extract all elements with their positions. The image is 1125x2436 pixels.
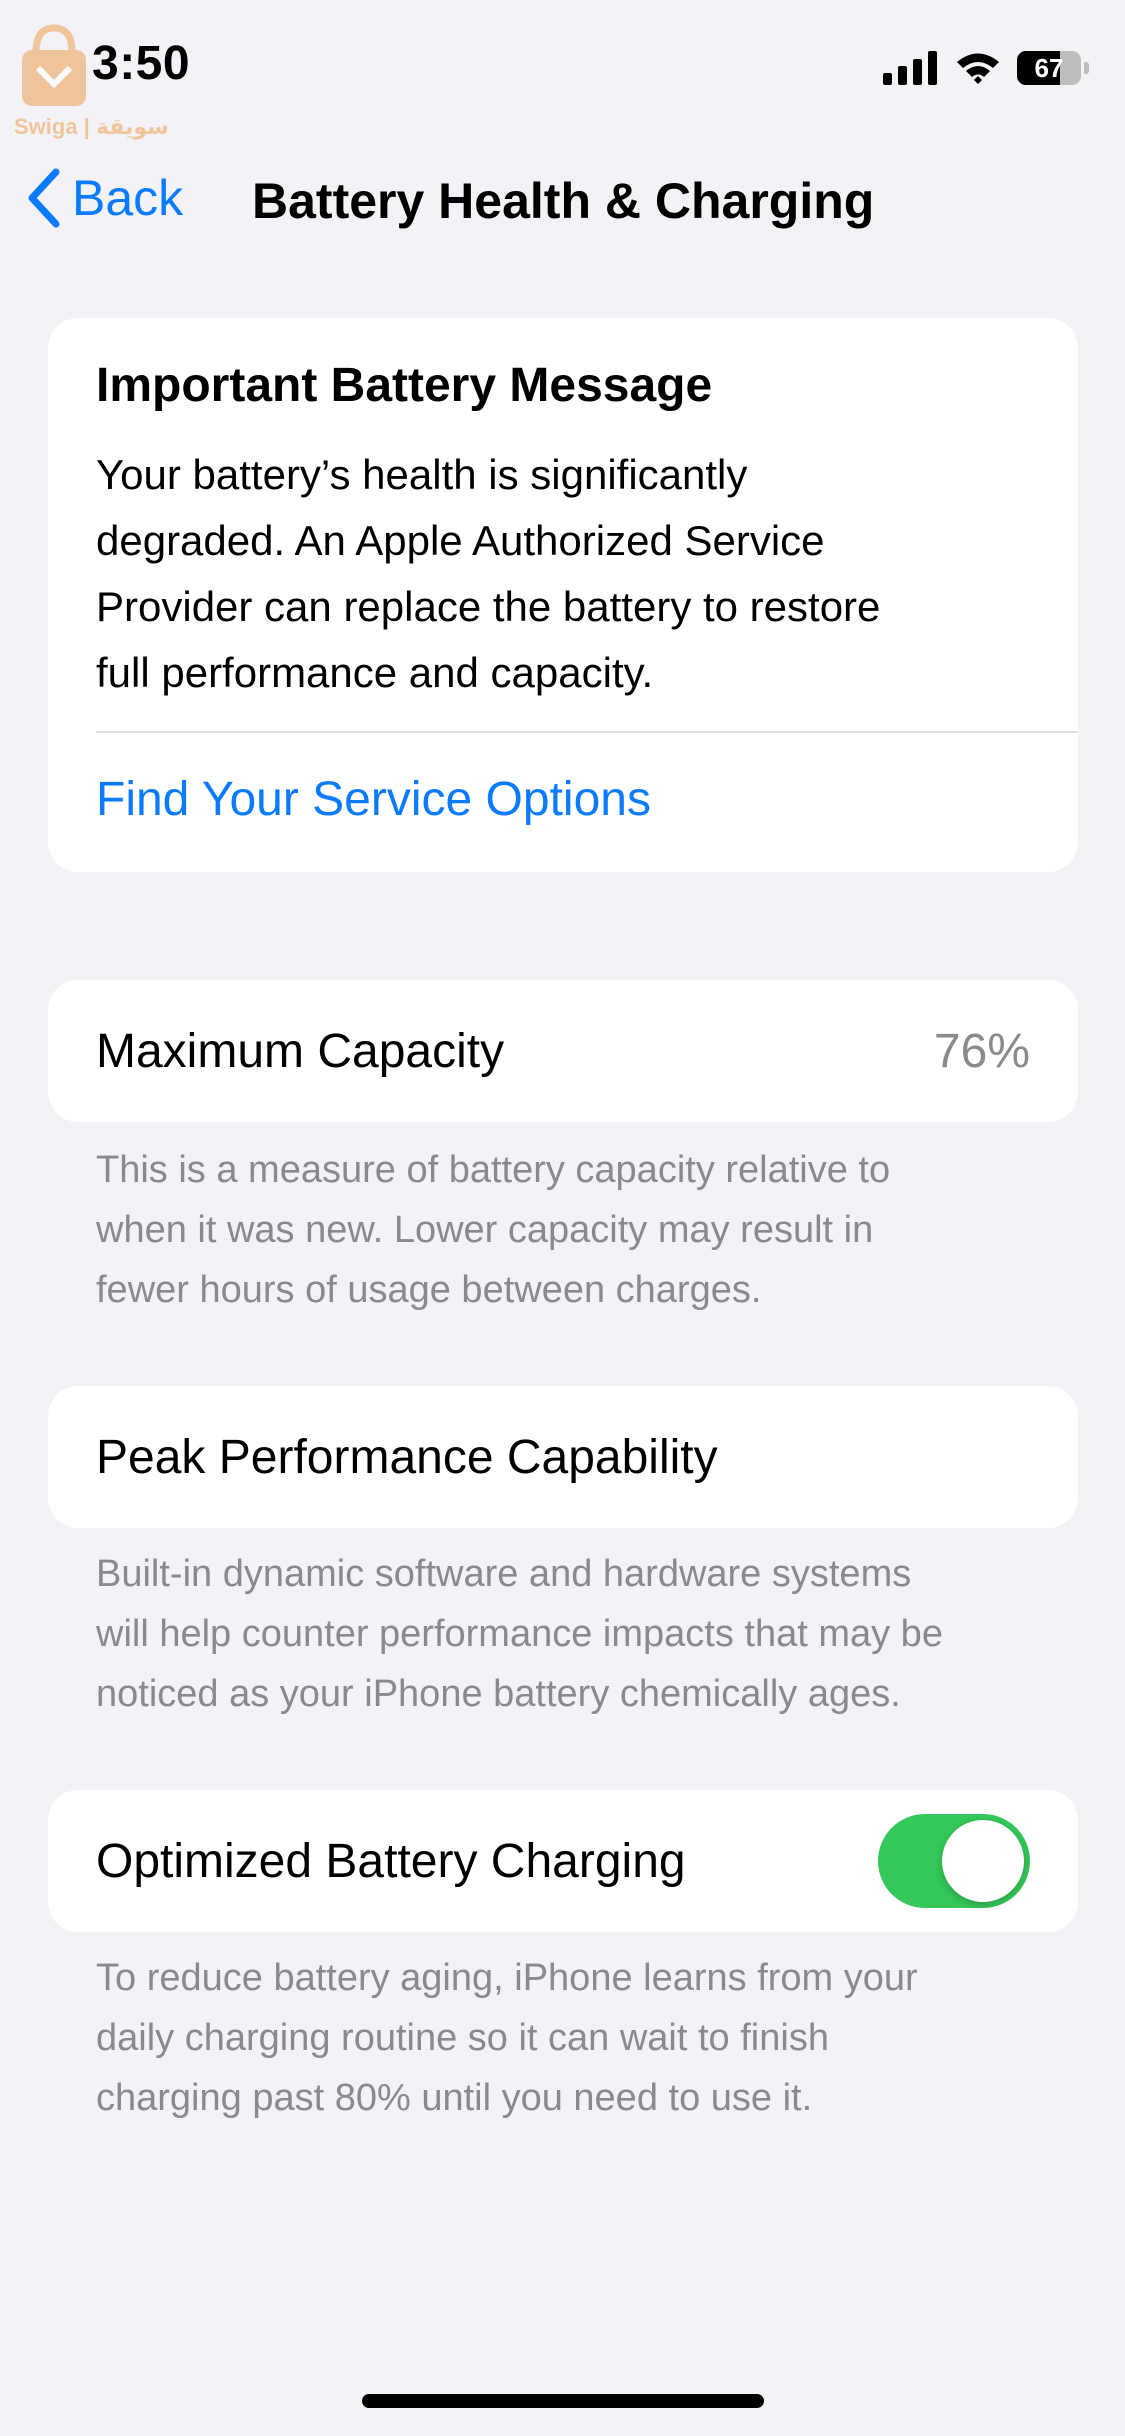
status-time: 3:50 (92, 37, 191, 90)
battery-icon: 67 (1017, 51, 1081, 85)
back-label: Back (72, 170, 184, 226)
optimized-charging-toggle[interactable] (878, 1814, 1030, 1908)
optimized-charging-footnote: To reduce battery aging, iPhone learns f… (96, 1948, 1016, 2128)
optimized-charging-label: Optimized Battery Charging (96, 1835, 686, 1888)
message-title: Important Battery Message (96, 359, 713, 412)
shopping-bag-icon (22, 24, 86, 106)
status-bar: Swiga | سويقة 3:50 67 (0, 0, 1125, 140)
footnote-line: Built-in dynamic software and hardware s… (96, 1553, 912, 1595)
message-line: degraded. An Apple Authorized Service (96, 517, 825, 564)
message-line: full performance and capacity. (96, 649, 654, 696)
navigation-bar: Back Battery Health & Charging (0, 150, 1125, 250)
watermark-text: Swiga | سويقة (14, 114, 169, 139)
battery-percent: 67 (1034, 52, 1064, 83)
peak-performance-row: Peak Performance Capability (48, 1386, 1078, 1528)
status-icons: 67 (883, 48, 1089, 88)
footnote-line: daily charging routine so it can wait to… (96, 2017, 829, 2059)
find-service-options-link[interactable]: Find Your Service Options (96, 772, 651, 827)
signal-icon (883, 51, 937, 85)
optimized-charging-row: Optimized Battery Charging (48, 1790, 1078, 1932)
footnote-line: when it was new. Lower capacity may resu… (96, 1209, 874, 1251)
important-battery-message-card: Important Battery Message Your battery’s… (48, 318, 1078, 872)
page-title: Battery Health & Charging (252, 173, 875, 229)
footnote-line: charging past 80% until you need to use … (96, 2077, 813, 2119)
wifi-icon (957, 53, 999, 84)
battery-cap (1084, 62, 1089, 74)
message-body: Your battery’s health is significantly d… (96, 442, 1026, 706)
divider (96, 731, 1078, 733)
chevron-left-icon (28, 168, 60, 228)
peak-performance-label: Peak Performance Capability (96, 1431, 718, 1484)
maximum-capacity-label: Maximum Capacity (96, 1025, 505, 1078)
footnote-line: will help counter performance impacts th… (96, 1613, 943, 1655)
home-indicator[interactable] (362, 2394, 764, 2408)
footnote-line: noticed as your iPhone battery chemicall… (96, 1673, 901, 1715)
message-line: Provider can replace the battery to rest… (96, 583, 881, 630)
back-button[interactable]: Back (26, 168, 183, 228)
footnote-line: This is a measure of battery capacity re… (96, 1149, 891, 1191)
footnote-line: To reduce battery aging, iPhone learns f… (96, 1957, 918, 1999)
maximum-capacity-row: Maximum Capacity 76% (48, 980, 1078, 1122)
message-line: Your battery’s health is significantly (96, 451, 748, 498)
footnote-line: fewer hours of usage between charges. (96, 1269, 762, 1311)
toggle-knob (942, 1820, 1024, 1902)
peak-performance-footnote: Built-in dynamic software and hardware s… (96, 1544, 1016, 1724)
maximum-capacity-footnote: This is a measure of battery capacity re… (96, 1140, 1016, 1320)
maximum-capacity-value: 76% (933, 1025, 1030, 1078)
